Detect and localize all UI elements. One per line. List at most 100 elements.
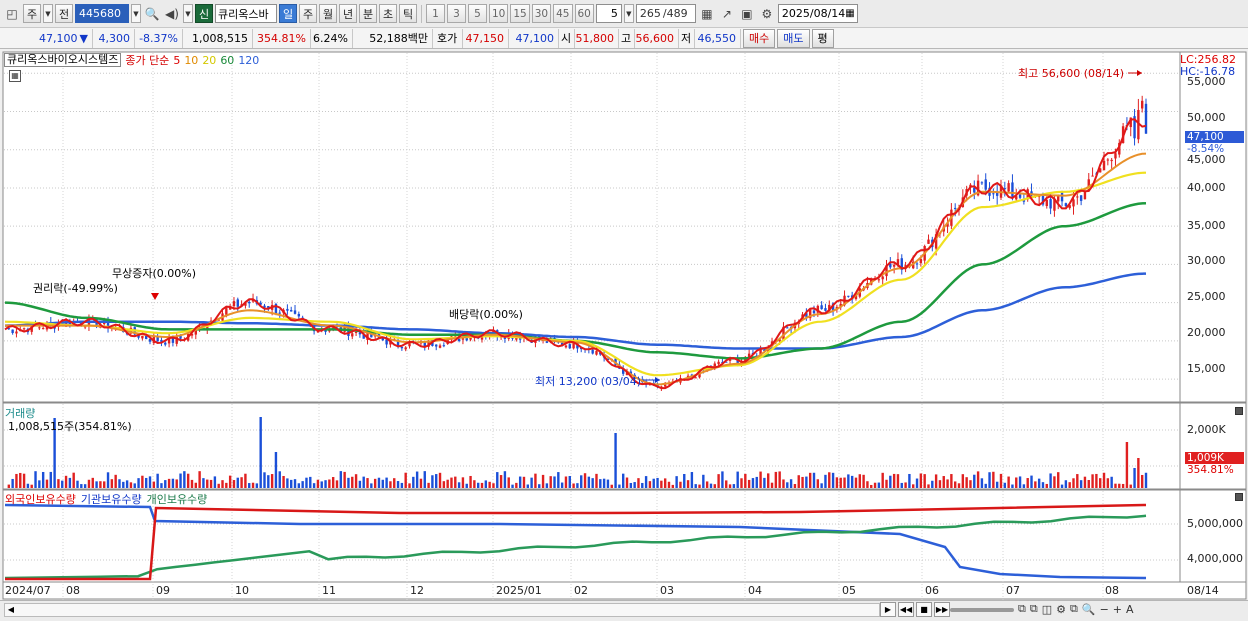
candle-body [1018,194,1022,198]
volume-bar [1045,483,1048,488]
buy-button[interactable]: 매수 [743,28,776,48]
volume-bar [953,481,957,488]
period-tick-button[interactable]: 틱 [399,4,417,23]
volume-bar [270,474,274,488]
volume-bar [1118,483,1121,488]
period-year-button[interactable]: 년 [339,4,357,23]
scroll-right-icon[interactable]: ▶ [880,602,896,617]
last-page-icon[interactable]: ▶▶ [934,602,950,617]
volume-bar [526,484,529,488]
gear-icon[interactable]: ⚙ [758,4,776,23]
period-count-input[interactable]: 5 [595,4,622,23]
grid-icon[interactable]: ▦ [698,4,716,23]
period-minute-button[interactable]: 분 [359,4,377,23]
volume-bar [171,478,175,488]
layout2-icon[interactable]: ⧉ [1030,602,1038,616]
interval-60-button[interactable]: 60 [574,4,594,23]
volume-bar [744,473,747,488]
candle-body [820,305,823,310]
period-week-button[interactable]: 주 [299,4,317,23]
period-second-button[interactable]: 초 [379,4,397,23]
down-arrow-icon: ▼ [79,31,88,45]
save-icon[interactable]: ▣ [738,4,756,23]
volume-bar [797,475,800,488]
plus-icon[interactable]: + [1113,603,1122,616]
volume-bar [515,482,518,488]
candle-body [278,312,281,314]
page-counter[interactable]: 265/489 [635,4,696,23]
speaker-dropdown[interactable]: ▼ [183,4,193,23]
code-dropdown[interactable]: ▼ [131,4,141,23]
volume-close-icon[interactable] [1235,407,1243,415]
volume-bar [19,472,22,488]
quote-bar: 47,100 ▼ 4,300 -8.37% 1,008,515 354.81% 6… [0,28,1248,49]
chart-scrollbar[interactable]: ◀ [4,603,880,617]
volume-bar [591,478,594,488]
calculator-icon[interactable]: ▦ [9,70,21,82]
interval-45-button[interactable]: 45 [553,4,573,23]
period-count-dropdown[interactable]: ▼ [623,4,634,23]
volume-bar [805,476,808,488]
zoom-slider[interactable] [950,608,1014,612]
prev-button[interactable]: 전 [55,4,73,23]
window-menu-icon[interactable]: ◰ [3,4,21,23]
volume-bar [885,479,888,488]
period-type-dropdown[interactable]: ▼ [43,4,53,23]
settings-icon[interactable]: ⚙ [1056,603,1066,616]
overlay-icon[interactable]: ◫ [1042,603,1052,616]
candle-body [11,329,14,333]
avg-button[interactable]: 평 [811,28,834,48]
volume-bar [1049,473,1052,488]
volume-bar [908,473,911,488]
period-month-button[interactable]: 월 [319,4,337,23]
layout-icon[interactable]: ⧉ [1018,602,1026,616]
candle-body [1060,192,1064,202]
volume-bar [770,482,774,488]
volume-bar [194,482,198,488]
search-icon[interactable]: 🔍 [143,4,161,23]
interval-10-button[interactable]: 10 [489,4,509,23]
volume-bar [221,480,224,488]
candle-body [953,207,957,209]
zoom-icon[interactable]: 🔍 [1082,603,1096,616]
speaker-icon[interactable]: ◀) [163,4,181,23]
volume-bar [137,478,140,488]
volume-bar [774,471,778,488]
draw-tool-icon[interactable]: ↗ [718,4,736,23]
volume-bar [984,483,987,488]
interval-15-button[interactable]: 15 [510,4,530,23]
copy-icon[interactable]: ⧉ [1070,602,1078,616]
holdings-close-icon[interactable] [1235,493,1243,501]
minus-icon[interactable]: − [1100,603,1109,616]
calendar-icon[interactable]: ▦ [845,8,854,19]
first-page-icon[interactable]: ◀◀ [898,602,914,617]
stock-code-input[interactable]: 445680 [75,4,129,23]
interval-3-button[interactable]: 3 [447,4,466,23]
interval-1-button[interactable]: 1 [426,4,445,23]
candle-body [568,344,571,349]
stock-name-field[interactable]: 큐리옥스바 [215,4,277,23]
interval-5-button[interactable]: 5 [468,4,487,23]
open-label: 시 [559,28,575,48]
period-day-button[interactable]: 일 [279,4,297,23]
legend-ma20: 20 [202,53,217,67]
period-type-select[interactable]: 주 [23,4,41,23]
stock-chart[interactable] [0,50,1248,621]
sell-button[interactable]: 매도 [777,28,810,48]
interval-30-button[interactable]: 30 [531,4,552,23]
volume-bar [667,481,671,488]
font-icon[interactable]: A [1126,603,1134,616]
volume-bar [812,472,816,488]
candle-body [1011,182,1014,197]
volume-bar [164,480,167,488]
volume-bar [820,483,823,488]
volume-bar [438,472,442,488]
volume-bar [847,474,850,488]
date-input[interactable]: 2025/08/14 ▦ [777,4,858,23]
hoga-label: 호가 [433,28,463,48]
legend-foreign: 외국인보유수량 [5,493,76,506]
scroll-left-icon[interactable]: ◀ [5,604,17,616]
dividend-annotation: 배당락(0.00%) [449,308,523,321]
stop-icon[interactable]: ■ [916,602,932,617]
volume-bar [476,482,480,488]
